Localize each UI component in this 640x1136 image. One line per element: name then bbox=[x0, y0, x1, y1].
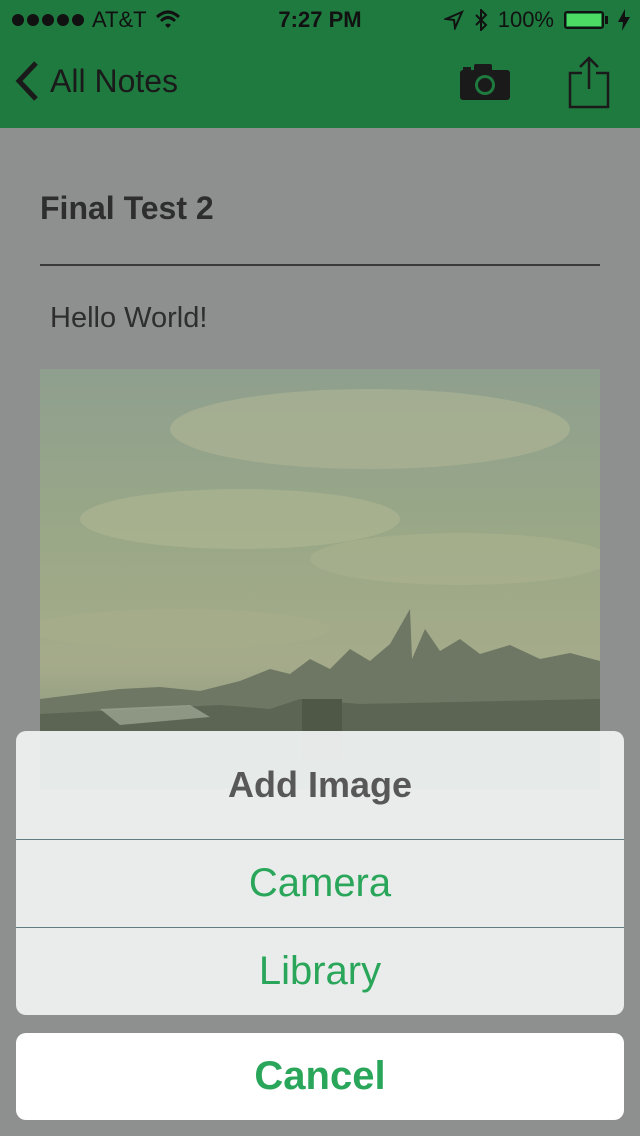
status-bar: AT&T 7:27 PM 100% bbox=[0, 0, 640, 40]
battery-percent: 100% bbox=[497, 7, 554, 32]
cancel-button[interactable]: Cancel bbox=[16, 1033, 624, 1120]
note-image bbox=[40, 369, 600, 789]
action-sheet-title: Add Image bbox=[227, 764, 413, 805]
chevron-left-icon bbox=[15, 61, 38, 101]
add-image-action-sheet: Add Image Camera Library bbox=[16, 731, 624, 1015]
battery-icon bbox=[564, 11, 608, 29]
camera-icon[interactable] bbox=[458, 62, 512, 102]
back-button-label: All Notes bbox=[50, 62, 179, 99]
note-title[interactable]: Final Test 2 bbox=[40, 190, 214, 227]
charging-bolt-icon bbox=[618, 9, 630, 31]
location-arrow-icon bbox=[443, 10, 464, 30]
navigation-bar: AT&T 7:27 PM 100% All Notes bbox=[0, 0, 640, 128]
back-button[interactable]: All Notes bbox=[14, 60, 178, 102]
city-skyline-image bbox=[40, 389, 600, 789]
bluetooth-icon bbox=[475, 9, 488, 31]
status-right: 100% bbox=[443, 7, 630, 33]
camera-option-button[interactable]: Camera bbox=[16, 840, 624, 927]
title-divider bbox=[40, 264, 600, 266]
note-body[interactable]: Hello World! bbox=[50, 302, 207, 335]
library-option-button[interactable]: Library bbox=[16, 928, 624, 1015]
share-icon[interactable] bbox=[566, 55, 612, 111]
